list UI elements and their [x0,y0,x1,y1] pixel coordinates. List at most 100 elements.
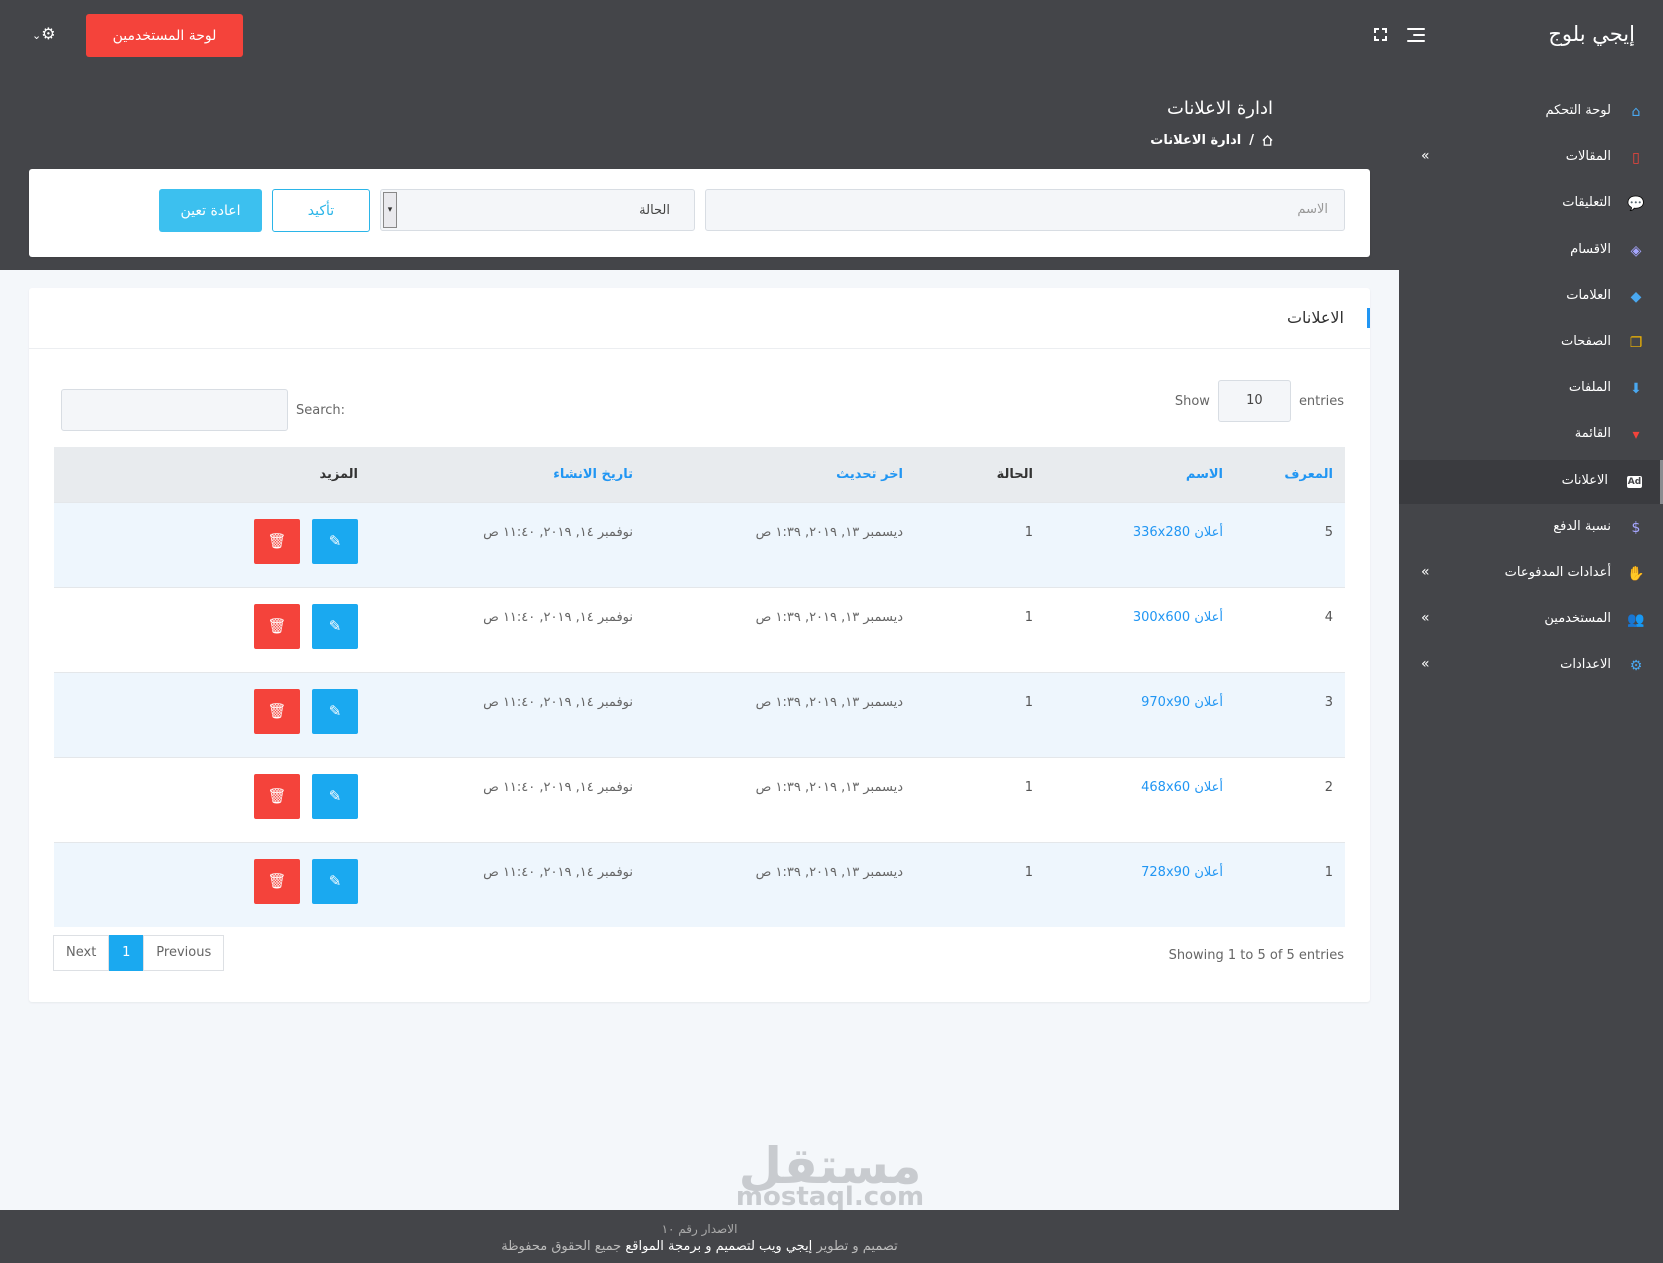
trash-icon: 🗑 [267,617,287,635]
cell-created: نوفمبر ١٤, ٢٠١٩, ١١:٤٠ ص [483,609,633,625]
hand-money-icon: ✋ [1627,566,1645,582]
sidebar-item-label: نسبة الدفع [1553,518,1611,534]
delete-button[interactable]: 🗑 [254,518,300,564]
delete-button[interactable]: 🗑 [254,858,300,904]
cell-name[interactable]: أعلان 728x90 [1045,842,1235,927]
edit-button[interactable]: ✎ [312,603,358,649]
show-label: Show [1174,393,1210,409]
pagination-next-button[interactable]: Next [53,935,110,971]
cell-created: نوفمبر ١٤, ٢٠١٩, ١١:٤٠ ص [483,779,633,795]
sidebar-item-12[interactable]: ⚙ الاعدادات « [1399,644,1663,688]
layers-icon: ◈ [1630,242,1642,259]
page-title: ادارة الاعلانات [1166,98,1273,119]
sidebar-item-10[interactable]: ✋ أعدادات المدفوعات « [1399,552,1663,596]
fullscreen-icon[interactable] [1374,28,1387,41]
search-input[interactable] [61,389,288,431]
column-header-updated[interactable]: اخر تحديث [645,447,915,502]
pencil-icon: ✎ [328,702,342,720]
sidebar-item-9[interactable]: $ نسبة الدفع [1399,506,1663,550]
footer-prefix: تصميم و تطوير [816,1239,898,1254]
cell-actions: ✎ 🗑 [54,757,370,842]
trash-icon: 🗑 [267,702,287,720]
name-filter-input[interactable]: الاسم [705,189,1345,231]
breadcrumb-current: ادارة الاعلانات [1150,133,1242,148]
sidebar: ⌂ لوحة التحكم ▯ المقالات « 💬 التعليقات ◈ الاقسام… [1399,70,1663,1263]
cell-status: 1 [1024,609,1033,625]
sidebar-item-5[interactable]: ❐ الصفحات [1399,321,1663,365]
delete-button[interactable]: 🗑 [254,773,300,819]
reset-button[interactable]: اعادة تعين [159,189,262,232]
sidebar-item-label: التعليقات [1562,195,1611,211]
sidebar-toggle-icon[interactable] [1407,28,1425,42]
edit-button[interactable]: ✎ [312,688,358,734]
delete-button[interactable]: 🗑 [254,603,300,649]
table-row: 1 أعلان 728x90 1 ديسمبر ١٣, ٢٠١٩, ١:٣٩ ص نوف… [54,842,1345,927]
delete-button[interactable]: 🗑 [254,688,300,734]
column-header-created[interactable]: تاريخ الانشاء [370,447,645,502]
row-actions: ✎ 🗑 [66,518,358,564]
pencil-icon: ✎ [328,872,342,890]
brand-logo[interactable]: إيجي بلوج [1548,22,1635,46]
confirm-button[interactable]: تأكيد [272,189,370,232]
sidebar-item-4[interactable]: ◆ العلامات [1399,275,1663,319]
sidebar-item-2[interactable]: 💬 التعليقات [1399,182,1663,226]
cell-id: 2 [1324,779,1333,795]
cell-status: 1 [1024,694,1033,710]
ads-table: المعرف الاسم الحالة اخر تحديث تاريخ الان… [54,447,1345,927]
cell-name[interactable]: أعلان 336x280 [1045,502,1235,587]
row-actions: ✎ 🗑 [66,603,358,649]
watermark-logo: مستقل mostaql.com [720,1140,940,1212]
edit-button[interactable]: ✎ [312,858,358,904]
ads-table-card: الاعلانات Show 10 entries Search: المعرف… [29,288,1370,1002]
pagination-previous-button[interactable]: Previous [143,935,225,971]
footer-company-link[interactable]: إيجي ويب لتصميم و برمجة المواقع [625,1239,812,1254]
sidebar-item-6[interactable]: ⬇ الملفات [1399,367,1663,411]
row-actions: ✎ 🗑 [66,773,358,819]
tags-icon: ◆ [1630,288,1642,305]
users-dashboard-button[interactable]: لوحة المستخدمين [86,14,243,57]
page-length-select[interactable]: 10 [1217,380,1291,422]
row-actions: ✎ 🗑 [66,688,358,734]
cell-updated: ديسمبر ١٣, ٢٠١٩, ١:٣٩ ص [755,524,903,540]
column-header-id[interactable]: المعرف [1235,447,1345,502]
download-icon: ⬇ [1630,381,1642,398]
cell-name[interactable]: أعلان 468x60 [1045,757,1235,842]
cell-actions: ✎ 🗑 [54,842,370,927]
watermark-latin: mostaql.com [735,1182,925,1212]
sidebar-item-7[interactable]: ▾ القائمة [1399,413,1663,457]
sidebar-item-1[interactable]: ▯ المقالات « [1399,136,1663,180]
sidebar-item-label: المقالات [1565,149,1611,165]
footer-suffix: جميع الحقوق محفوظة [501,1239,622,1254]
settings-menu[interactable]: ⌄⚙ [30,24,56,43]
pencil-icon: ✎ [328,532,342,550]
chevron-down-icon: ▾ [383,192,397,228]
menu-dropdown-icon: ▾ [1632,427,1640,444]
status-filter-select[interactable]: الحالة ▾ [380,189,695,231]
comments-icon: 💬 [1627,196,1645,213]
chevron-down-icon: ⌄ [32,29,42,42]
sidebar-item-0[interactable]: ⌂ لوحة التحكم [1399,90,1663,134]
cell-status: 1 [1024,524,1033,540]
cell-name[interactable]: أعلان 970x90 [1045,672,1235,757]
entries-label: entries [1298,393,1344,409]
trash-icon: 🗑 [267,872,287,890]
cell-updated: ديسمبر ١٣, ٢٠١٩, ١:٣٩ ص [755,779,903,795]
sidebar-item-label: الاعلانات [1561,472,1608,488]
cell-name[interactable]: أعلان 300x600 [1045,587,1235,672]
edit-button[interactable]: ✎ [312,773,358,819]
trash-icon: 🗑 [267,787,287,805]
cogs-icon: ⚙ [1629,658,1643,675]
column-header-name[interactable]: الاسم [1045,447,1235,502]
home-icon[interactable] [1262,135,1273,146]
sidebar-item-8[interactable]: Ad الاعلانات [1399,459,1663,504]
sidebar-item-11[interactable]: 👥 المستخدمين « [1399,598,1663,642]
sidebar-item-3[interactable]: ◈ الاقسام [1399,229,1663,273]
cell-updated: ديسمبر ١٣, ٢٠١٩, ١:٣٩ ص [755,864,903,880]
pagination-page-button[interactable]: 1 [109,935,144,971]
edit-button[interactable]: ✎ [312,518,358,564]
sidebar-item-label: أعدادات المدفوعات [1504,565,1611,580]
card-title: الاعلانات [1286,308,1344,327]
users-icon: 👥 [1627,612,1645,629]
sidebar-item-label: الصفحات [1560,334,1611,349]
column-header-status[interactable]: الحالة [915,447,1045,502]
